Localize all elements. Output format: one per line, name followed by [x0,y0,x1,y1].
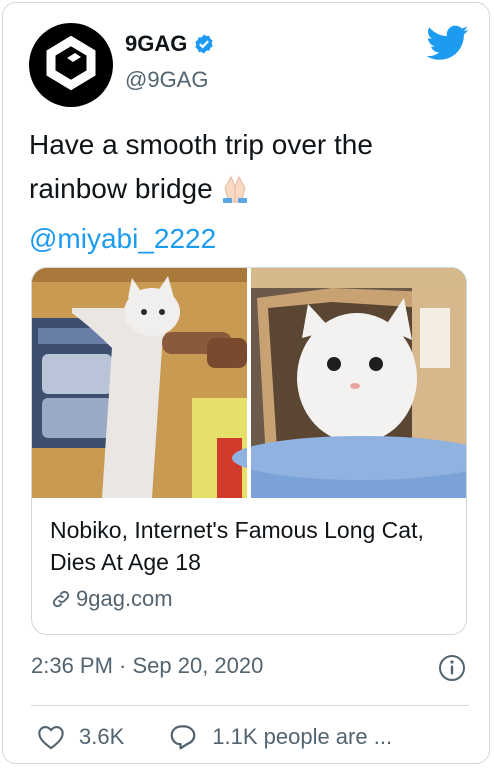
link-domain-row[interactable]: 9gag.com [50,586,173,612]
link-preview-card[interactable]: Nobiko, Internet's Famous Long Cat, Dies… [31,267,467,635]
link-domain: 9gag.com [76,586,173,611]
like-count: 3.6K [79,724,125,749]
reply-bubble-icon [170,725,196,750]
tweet-card: 9GAG @9GAG Have a smooth trip over the r… [2,2,490,764]
link-title[interactable]: Nobiko, Internet's Famous Long Cat, Dies… [50,514,450,578]
author-name-row[interactable]: 9GAG [125,31,215,57]
author-handle[interactable]: @9GAG [125,67,208,93]
info-icon[interactable] [437,653,467,683]
author-name[interactable]: 9GAG [125,31,187,57]
heart-icon [38,726,64,750]
reply-summary: 1.1K people are ... [212,724,393,749]
verified-badge-icon [195,34,213,54]
tweet-text: Have a smooth trip over the rainbow brid… [29,123,469,261]
avatar[interactable] [29,23,113,107]
mention-link[interactable]: @miyabi_2222 [29,217,469,261]
link-icon [52,590,70,608]
tweet-actions: 3.6K 1.1K people are ... [31,719,392,755]
like-button[interactable]: 3.6K [37,724,124,750]
folded-hands-emoji-icon [215,173,255,217]
link-preview-image [32,268,466,498]
divider [31,705,469,706]
tweet-body: Have a smooth trip over the rainbow brid… [29,129,373,204]
tweet-timestamp[interactable]: 2:36 PM · Sep 20, 2020 [31,653,263,679]
9gag-logo-icon [46,35,96,91]
reply-button[interactable]: 1.1K people are ... [168,723,392,751]
twitter-bird-icon[interactable] [427,25,469,61]
